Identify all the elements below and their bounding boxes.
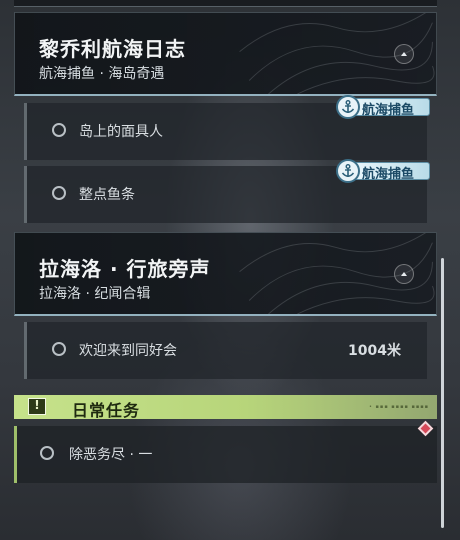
quest-group-title: 拉海洛 · 行旅旁声 (39, 257, 211, 281)
decorative-text: • ▪▪▪ ▪▪▪▪ ▪▪▪▪ (369, 404, 429, 410)
anchor-icon (336, 159, 360, 183)
task-distance: 1004米 (348, 343, 401, 359)
badge-label: 航海捕鱼 (362, 167, 415, 182)
quest-group-title: 黎乔利航海日志 (39, 37, 186, 61)
task-badge: 航海捕鱼 (336, 95, 432, 119)
previous-group-edge (14, 0, 437, 7)
quest-group-header-2[interactable]: 拉海洛 · 行旅旁声 拉海洛 · 纪闻合辑 (14, 232, 437, 316)
anchor-icon (336, 95, 360, 119)
quest-group-header-1[interactable]: 黎乔利航海日志 航海捕鱼 · 海岛奇遇 (14, 12, 437, 96)
scrollbar[interactable] (441, 258, 444, 528)
chevron-up-icon[interactable] (394, 44, 414, 64)
chevron-up-icon[interactable] (394, 264, 414, 284)
circle-outline-icon (40, 446, 54, 460)
task-label: 除恶务尽 · 一 (69, 447, 153, 463)
circle-outline-icon (52, 123, 66, 137)
badge-label: 航海捕鱼 (362, 103, 415, 118)
task-row[interactable]: 除恶务尽 · 一 (14, 426, 437, 483)
task-badge: 航海捕鱼 (336, 159, 432, 183)
daily-tasks-header[interactable]: ! 日常任务 • ▪▪▪ ▪▪▪▪ ▪▪▪▪ (14, 395, 437, 420)
task-row[interactable]: 欢迎来到同好会 1004米 (24, 322, 427, 379)
exclamation-icon: ! (28, 398, 46, 415)
task-label: 岛上的面具人 (79, 124, 163, 140)
circle-outline-icon (52, 186, 66, 200)
task-label: 整点鱼条 (79, 187, 135, 203)
quest-group-subtitle: 航海捕鱼 · 海岛奇遇 (39, 66, 165, 82)
circle-outline-icon (52, 342, 66, 356)
quest-group-subtitle: 拉海洛 · 纪闻合辑 (39, 286, 151, 302)
daily-tasks-title: 日常任务 (72, 401, 141, 420)
task-label: 欢迎来到同好会 (79, 343, 177, 359)
